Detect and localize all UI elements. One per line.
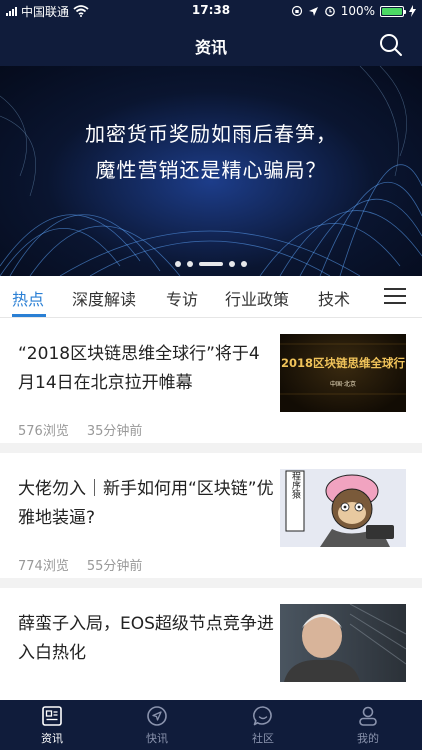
news-icon <box>42 706 62 726</box>
tabbar-label-flash: 快讯 <box>146 732 168 745</box>
banner-carousel[interactable]: 加密货币奖励如雨后春笋， 魔性营销还是精心骗局？ <box>0 66 422 276</box>
list-item[interactable]: 薛蛮子入局，EOS超级节点竞争进入白热化 <box>0 588 422 700</box>
alarm-icon <box>324 6 335 17</box>
thumbnail-sign-text: 程序猿 <box>290 471 301 499</box>
tab-interview[interactable]: 专访 <box>166 286 198 310</box>
article-title: “2018区块链思维全球行”将于4月14日在北京拉开帷幕 <box>18 344 260 393</box>
status-bar: 中国联通 17:38 100% <box>0 0 422 22</box>
menu-icon[interactable] <box>384 288 406 306</box>
article-time: 35分钟前 <box>86 424 143 439</box>
battery-percent: 100% <box>340 4 375 18</box>
news-feed[interactable]: “2018区块链思维全球行”将于4月14日在北京拉开帷幕 576浏览 35分钟前 … <box>0 318 422 700</box>
charging-icon <box>409 5 416 17</box>
tabbar-label-profile: 我的 <box>357 732 379 745</box>
banner-line-2: 魔性营销还是精心骗局？ <box>95 158 327 182</box>
thumbnail-portrait-photo <box>284 604 406 682</box>
article-views: 576浏览 <box>18 424 69 439</box>
tabbar-item-community[interactable]: 社区 <box>233 705 293 746</box>
tabbar-item-flash[interactable]: 快讯 <box>127 705 187 746</box>
bottom-tab-bar: 资讯 快讯 社区 我的 <box>0 700 422 750</box>
active-tab-indicator <box>12 314 46 317</box>
thumbnail-event-graphic: 2018区块链思维全球行 中国·北京 <box>280 343 406 395</box>
battery-icon <box>380 5 406 17</box>
article-meta: 576浏览 35分钟前 <box>18 420 142 439</box>
banner-headline: 加密货币奖励如雨后春笋， 魔性营销还是精心骗局？ <box>0 116 422 188</box>
chat-icon <box>253 706 272 726</box>
carousel-dot[interactable] <box>229 261 235 267</box>
category-tabs: 热点 深度解读 专访 行业政策 技术 <box>0 276 422 318</box>
list-item[interactable]: “2018区块链思维全球行”将于4月14日在北京拉开帷幕 576浏览 35分钟前 … <box>0 318 422 443</box>
carousel-dot[interactable] <box>187 261 193 267</box>
orientation-lock-icon <box>291 5 302 17</box>
article-thumbnail: 程序猿 <box>280 469 406 547</box>
carousel-dot[interactable] <box>241 261 247 267</box>
article-time: 55分钟前 <box>86 559 143 574</box>
battery-fill <box>382 7 402 15</box>
divider <box>0 578 422 588</box>
tab-deep-analysis[interactable]: 深度解读 <box>72 286 136 310</box>
nav-bar: 资讯 <box>0 22 422 66</box>
divider <box>0 443 422 453</box>
tabbar-item-news[interactable]: 资讯 <box>22 705 82 746</box>
carousel-dot[interactable] <box>175 261 181 267</box>
tab-technology[interactable]: 技术 <box>318 286 350 310</box>
thumbnail-monkey-illustration: 程序猿 <box>285 470 394 547</box>
flash-icon <box>147 706 167 726</box>
search-icon[interactable] <box>378 32 404 58</box>
carousel-dot-active[interactable] <box>199 262 223 266</box>
tab-industry-policy[interactable]: 行业政策 <box>225 286 289 310</box>
tabbar-label-news: 资讯 <box>41 732 63 745</box>
article-thumbnail: 2018区块链思维全球行 中国·北京 <box>280 334 406 412</box>
tabbar-item-profile[interactable]: 我的 <box>338 705 398 746</box>
article-meta <box>18 690 36 700</box>
tabbar-label-community: 社区 <box>252 732 274 745</box>
banner-line-1: 加密货币奖励如雨后春笋， <box>85 122 337 146</box>
thumbnail-event-title: 2018区块链思维全球行 <box>281 356 406 370</box>
article-views: 774浏览 <box>18 559 69 574</box>
article-title: 薛蛮子入局，EOS超级节点竞争进入白热化 <box>18 614 274 663</box>
page-title: 资讯 <box>194 38 227 57</box>
tab-hot[interactable]: 热点 <box>12 286 44 310</box>
profile-icon <box>359 706 377 726</box>
status-right: 100% <box>291 0 416 22</box>
article-thumbnail <box>280 604 406 682</box>
article-title: 大佬勿入｜新手如何用“区块链”优雅地装逼? <box>18 479 274 528</box>
carousel-indicator <box>0 261 422 267</box>
article-meta: 774浏览 55分钟前 <box>18 555 142 574</box>
thumbnail-event-city: 中国·北京 <box>330 380 356 388</box>
location-icon <box>308 6 318 16</box>
list-item[interactable]: 大佬勿入｜新手如何用“区块链”优雅地装逼? 774浏览 55分钟前 程序猿 <box>0 453 422 578</box>
